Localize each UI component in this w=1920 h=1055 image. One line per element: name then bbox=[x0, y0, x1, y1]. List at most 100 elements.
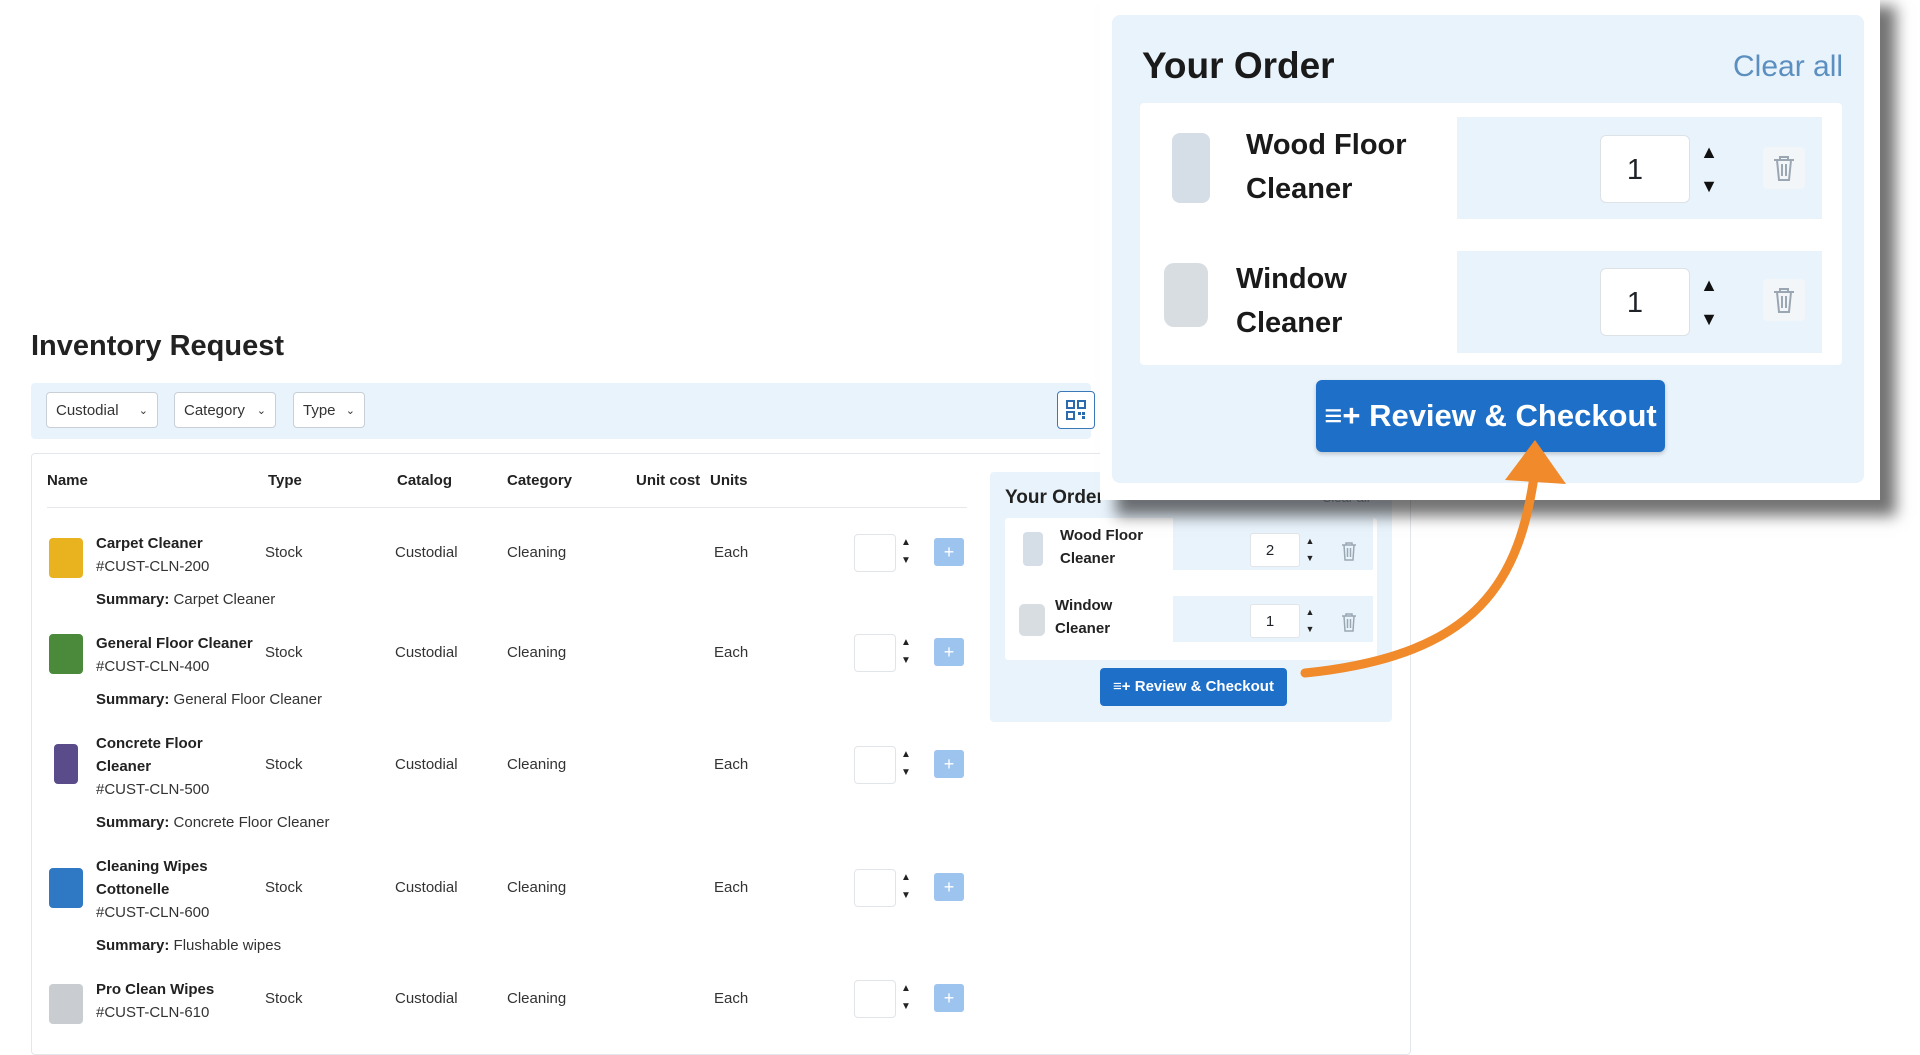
quantity-input[interactable] bbox=[854, 869, 896, 907]
product-thumbnail bbox=[1023, 532, 1043, 566]
order-item-name: Window Cleaner bbox=[1055, 594, 1112, 640]
cell-category: Cleaning bbox=[507, 544, 567, 561]
quantity-stepper[interactable]: ▲ ▼ bbox=[898, 869, 914, 905]
trash-button[interactable] bbox=[1763, 147, 1805, 189]
summary-text: Concrete Floor Cleaner bbox=[173, 814, 330, 831]
product-name: Concrete Floor Cleaner bbox=[96, 735, 203, 775]
column-header-category: Category bbox=[507, 472, 573, 489]
chevron-down-icon: ⌄ bbox=[345, 405, 355, 417]
trash-button[interactable] bbox=[1763, 279, 1805, 321]
product-thumbnail bbox=[49, 538, 83, 578]
order-item-name: Wood Floor Cleaner bbox=[1060, 524, 1143, 570]
review-checkout-button[interactable]: ≡+ Review & Checkout bbox=[1100, 668, 1287, 706]
add-to-order-button[interactable]: + bbox=[934, 638, 964, 666]
quantity-input[interactable] bbox=[854, 634, 896, 672]
trash-icon[interactable] bbox=[1339, 540, 1359, 562]
zoom-order-item-list: Wood Floor Cleaner 1 ▲ ▼ Window Cleaner 1… bbox=[1140, 103, 1842, 365]
cell-catalog: Custodial bbox=[395, 990, 458, 1007]
plus-icon: + bbox=[943, 877, 955, 897]
qr-code-icon bbox=[1066, 400, 1086, 420]
add-to-order-button[interactable]: + bbox=[934, 873, 964, 901]
order-item-quantity-stepper[interactable]: ▲ ▼ bbox=[1694, 268, 1724, 336]
zoom-review-checkout-label: Review & Checkout bbox=[1369, 398, 1657, 433]
quantity-input[interactable] bbox=[854, 746, 896, 784]
quantity-stepper[interactable]: ▲ ▼ bbox=[898, 746, 914, 782]
qr-scan-button[interactable] bbox=[1057, 391, 1095, 429]
add-to-order-button[interactable]: + bbox=[934, 538, 964, 566]
cell-catalog: Custodial bbox=[395, 879, 458, 896]
cell-units: Each bbox=[714, 879, 749, 896]
chevron-down-icon: ⌄ bbox=[138, 405, 148, 417]
cell-units: Each bbox=[714, 990, 749, 1007]
cell-type: Stock bbox=[265, 756, 303, 773]
order-item-quantity-input[interactable]: 2 bbox=[1250, 533, 1300, 567]
plus-icon: + bbox=[943, 642, 955, 662]
cell-category: Cleaning bbox=[507, 756, 567, 773]
quantity-stepper[interactable]: ▲ ▼ bbox=[898, 534, 914, 570]
filter-catalog-select[interactable]: Custodial ⌄ bbox=[46, 392, 158, 428]
product-thumbnail bbox=[1164, 263, 1208, 327]
quantity-input[interactable] bbox=[854, 534, 896, 572]
order-item-name-line2: Cleaner bbox=[1236, 307, 1343, 339]
product-sku: #CUST-CLN-200 bbox=[96, 558, 210, 575]
summary-text: Flushable wipes bbox=[173, 937, 282, 954]
cell-category: Cleaning bbox=[507, 990, 567, 1007]
header-divider bbox=[47, 507, 967, 508]
product-thumbnail bbox=[49, 634, 83, 674]
product-thumbnail bbox=[54, 744, 78, 784]
cell-category: Cleaning bbox=[507, 644, 567, 661]
order-item-quantity-stepper[interactable]: ▲ ▼ bbox=[1303, 604, 1317, 638]
order-item-name-line2: Cleaner bbox=[1055, 620, 1111, 637]
add-to-order-button[interactable]: + bbox=[934, 750, 964, 778]
column-header-units: Units bbox=[710, 472, 748, 489]
product-name: Pro Clean Wipes bbox=[96, 981, 215, 998]
order-item-name-line1: Window bbox=[1236, 263, 1347, 295]
product-sku: #CUST-CLN-600 bbox=[96, 904, 210, 921]
summary-label: Summary: bbox=[96, 691, 170, 708]
zoom-review-checkout-button[interactable]: ≡+ Review & Checkout bbox=[1316, 380, 1665, 452]
order-item-name-line2: Cleaner bbox=[1060, 550, 1116, 567]
plus-icon: + bbox=[943, 542, 955, 562]
quantity-input[interactable] bbox=[854, 980, 896, 1018]
trash-icon[interactable] bbox=[1339, 611, 1359, 633]
product-summary: Summary: Carpet Cleaner bbox=[96, 591, 275, 608]
product-thumbnail bbox=[49, 984, 83, 1024]
product-sku: #CUST-CLN-500 bbox=[96, 781, 210, 798]
page-title: Inventory Request bbox=[31, 330, 284, 362]
summary-text: General Floor Cleaner bbox=[173, 691, 322, 708]
product-name: Carpet Cleaner bbox=[96, 535, 203, 552]
column-header-catalog: Catalog bbox=[397, 472, 453, 489]
add-to-order-button[interactable]: + bbox=[934, 984, 964, 1012]
order-item-quantity-input[interactable]: 1 bbox=[1250, 604, 1300, 638]
filter-category-select[interactable]: Category ⌄ bbox=[174, 392, 276, 428]
order-item-quantity-input[interactable]: 1 bbox=[1600, 268, 1690, 336]
order-item-quantity-stepper[interactable]: ▲ ▼ bbox=[1694, 135, 1724, 203]
cell-type: Stock bbox=[265, 990, 303, 1007]
zoom-clear-all-link[interactable]: Clear all bbox=[1733, 50, 1843, 84]
cell-units: Each bbox=[714, 644, 749, 661]
product-thumbnail bbox=[1019, 604, 1045, 636]
chevron-down-icon: ⌄ bbox=[256, 405, 266, 417]
order-item-quantity-input[interactable]: 1 bbox=[1600, 135, 1690, 203]
summary-label: Summary: bbox=[96, 814, 170, 831]
cell-catalog: Custodial bbox=[395, 644, 458, 661]
filter-bar: Custodial ⌄ Category ⌄ Type ⌄ bbox=[31, 383, 1095, 439]
zoom-order-panel-title: Your Order bbox=[1142, 45, 1335, 86]
order-item-name-line1: Window bbox=[1055, 597, 1113, 614]
summary-text: Carpet Cleaner bbox=[173, 591, 276, 608]
order-item-list: Wood Floor Cleaner 2 ▲ ▼ Window Cleaner 1… bbox=[1005, 518, 1377, 660]
order-item-quantity-stepper[interactable]: ▲ ▼ bbox=[1303, 533, 1317, 567]
trash-icon bbox=[1774, 156, 1794, 181]
order-item-name-line2: Cleaner bbox=[1246, 173, 1353, 205]
product-thumbnail bbox=[49, 868, 83, 908]
filter-catalog-label: Custodial bbox=[56, 402, 119, 419]
quantity-stepper[interactable]: ▲ ▼ bbox=[898, 980, 914, 1016]
filter-type-select[interactable]: Type ⌄ bbox=[293, 392, 365, 428]
quantity-stepper[interactable]: ▲ ▼ bbox=[898, 634, 914, 670]
column-header-unit-cost: Unit cost bbox=[636, 472, 701, 489]
summary-label: Summary: bbox=[96, 937, 170, 954]
product-name: Cleaning Wipes Cottonelle bbox=[96, 858, 208, 898]
cell-type: Stock bbox=[265, 879, 303, 896]
product-summary: Summary: General Floor Cleaner bbox=[96, 691, 322, 708]
filter-type-label: Type bbox=[303, 402, 336, 419]
